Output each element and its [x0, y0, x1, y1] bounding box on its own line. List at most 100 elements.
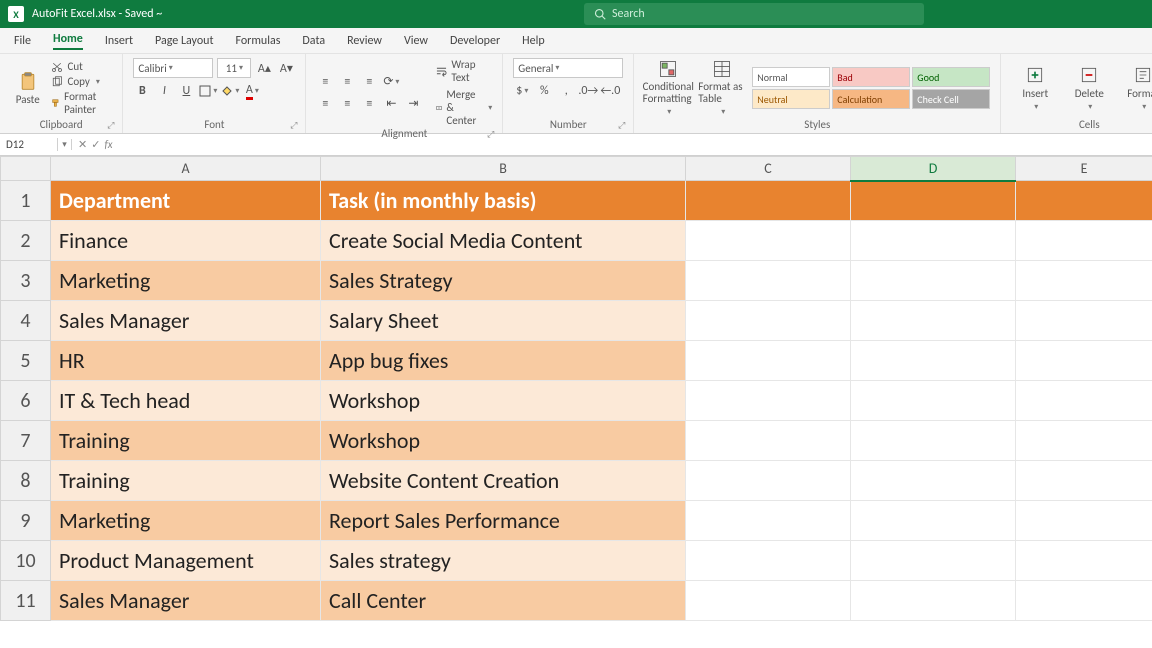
cell[interactable]	[1016, 261, 1152, 301]
row-header[interactable]: 10	[1, 541, 51, 581]
cell[interactable]: Workshop	[321, 381, 686, 421]
clipboard-launcher-icon[interactable]: ⤢	[107, 120, 114, 131]
decrease-font-icon[interactable]: A▾	[277, 59, 295, 77]
style-normal[interactable]: Normal	[752, 67, 830, 87]
cell[interactable]	[851, 301, 1016, 341]
menu-file[interactable]: File	[14, 34, 31, 48]
menu-formulas[interactable]: Formulas	[235, 34, 280, 48]
font-launcher-icon[interactable]: ⤢	[290, 120, 297, 131]
row-header[interactable]: 6	[1, 381, 51, 421]
bold-button[interactable]: B	[133, 82, 151, 100]
indent-decrease-icon[interactable]: ⇤	[382, 95, 400, 113]
cell[interactable]	[1016, 421, 1152, 461]
copy-button[interactable]: Copy	[51, 75, 112, 88]
cell[interactable]	[1016, 501, 1152, 541]
delete-cells-button[interactable]: Delete	[1065, 65, 1113, 112]
cell[interactable]: Sales Strategy	[321, 261, 686, 301]
style-check[interactable]: Check Cell	[912, 89, 990, 109]
search-box[interactable]: Search	[584, 3, 924, 25]
paste-button[interactable]: Paste	[10, 71, 45, 106]
cell[interactable]: Training	[51, 461, 321, 501]
cell[interactable]	[851, 581, 1016, 621]
cell[interactable]	[686, 261, 851, 301]
cell[interactable]	[686, 341, 851, 381]
conditional-formatting-button[interactable]: Conditional Formatting	[644, 59, 692, 117]
row-header[interactable]: 11	[1, 581, 51, 621]
percent-format-icon[interactable]: %	[535, 82, 553, 100]
row-header[interactable]: 1	[1, 181, 51, 221]
cell[interactable]	[686, 421, 851, 461]
style-calc[interactable]: Calculation	[832, 89, 910, 109]
cell[interactable]: Website Content Creation	[321, 461, 686, 501]
decrease-decimal-icon[interactable]: ←.0	[601, 82, 619, 100]
cell[interactable]	[686, 501, 851, 541]
cell[interactable]	[686, 381, 851, 421]
name-box-dropdown-icon[interactable]: ▾	[58, 139, 72, 150]
cell[interactable]	[686, 221, 851, 261]
cell[interactable]	[1016, 301, 1152, 341]
cancel-formula-icon[interactable]: ✕	[78, 138, 87, 151]
cell[interactable]: Create Social Media Content	[321, 221, 686, 261]
style-good[interactable]: Good	[912, 67, 990, 87]
cell[interactable]: App bug fixes	[321, 341, 686, 381]
row-header[interactable]: 7	[1, 421, 51, 461]
enter-formula-icon[interactable]: ✓	[91, 138, 100, 151]
format-as-table-button[interactable]: Format as Table	[698, 59, 746, 117]
italic-button[interactable]: I	[155, 82, 173, 100]
fill-color-button[interactable]	[221, 82, 239, 100]
cell[interactable]	[686, 461, 851, 501]
cell[interactable]	[1016, 381, 1152, 421]
col-header-A[interactable]: A	[51, 157, 321, 181]
col-header-D[interactable]: D	[851, 157, 1016, 181]
cell[interactable]	[1016, 181, 1152, 221]
orientation-icon[interactable]: ⟳	[382, 73, 400, 91]
cell[interactable]: Call Center	[321, 581, 686, 621]
select-all-corner[interactable]	[1, 157, 51, 181]
menu-page-layout[interactable]: Page Layout	[155, 34, 213, 48]
align-top-icon[interactable]: ≡	[316, 73, 334, 91]
align-center-icon[interactable]: ≡	[338, 95, 356, 113]
fx-icon[interactable]: fx	[104, 138, 112, 151]
menu-insert[interactable]: Insert	[105, 34, 133, 48]
menu-developer[interactable]: Developer	[450, 34, 500, 48]
row-header[interactable]: 9	[1, 501, 51, 541]
style-neutral[interactable]: Neutral	[752, 89, 830, 109]
cell[interactable]	[1016, 581, 1152, 621]
cell[interactable]	[851, 381, 1016, 421]
align-middle-icon[interactable]: ≡	[338, 73, 356, 91]
accounting-format-icon[interactable]: $	[513, 82, 531, 100]
cell[interactable]: Sales Manager	[51, 301, 321, 341]
cell[interactable]	[686, 181, 851, 221]
underline-button[interactable]: U	[177, 82, 195, 100]
format-cells-button[interactable]: Format	[1119, 65, 1152, 112]
cell[interactable]	[851, 541, 1016, 581]
cell[interactable]	[1016, 341, 1152, 381]
cut-button[interactable]: Cut	[51, 60, 112, 73]
font-color-button[interactable]: A	[243, 82, 261, 100]
font-size-select[interactable]: 11	[217, 58, 251, 78]
cell[interactable]	[1016, 541, 1152, 581]
cell[interactable]	[851, 501, 1016, 541]
cell[interactable]: Finance	[51, 221, 321, 261]
merge-center-button[interactable]: Merge & Center	[436, 88, 492, 127]
row-header[interactable]: 5	[1, 341, 51, 381]
cell[interactable]	[1016, 221, 1152, 261]
cell[interactable]: Report Sales Performance	[321, 501, 686, 541]
increase-font-icon[interactable]: A▴	[255, 59, 273, 77]
format-painter-button[interactable]: Format Painter	[51, 90, 112, 116]
row-header[interactable]: 4	[1, 301, 51, 341]
cell[interactable]: IT & Tech head	[51, 381, 321, 421]
cell[interactable]: Sales Manager	[51, 581, 321, 621]
indent-increase-icon[interactable]: ⇥	[404, 95, 422, 113]
cell[interactable]	[686, 581, 851, 621]
cell[interactable]	[851, 421, 1016, 461]
font-name-select[interactable]: Calibri	[133, 58, 213, 78]
cell[interactable]: Task (in monthly basis)	[321, 181, 686, 221]
increase-decimal-icon[interactable]: .0→	[579, 82, 597, 100]
row-header[interactable]: 3	[1, 261, 51, 301]
style-bad[interactable]: Bad	[832, 67, 910, 87]
cell[interactable]	[686, 301, 851, 341]
wrap-text-button[interactable]: Wrap Text	[436, 58, 492, 84]
align-left-icon[interactable]: ≡	[316, 95, 334, 113]
menu-help[interactable]: Help	[522, 34, 545, 48]
